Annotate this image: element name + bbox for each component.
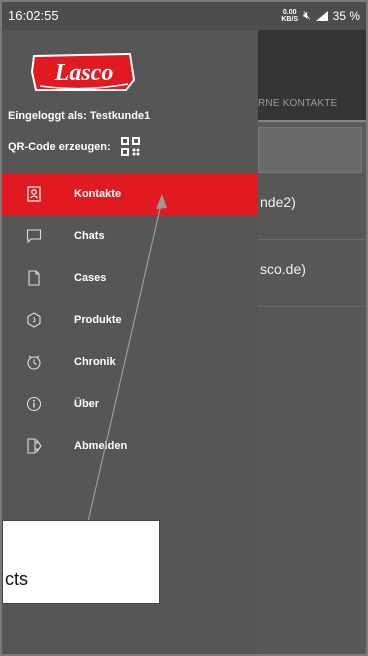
signal-icon — [315, 10, 328, 21]
mute-icon: 🔇︎ — [303, 8, 311, 22]
status-bar: 16:02:55 0.00 KB/S 🔇︎ 35 % — [2, 2, 366, 30]
drawer-menu: Kontakte Chats Cases Produkte Chronik Üb… — [2, 174, 258, 468]
menu-label: Über — [74, 398, 100, 410]
tab-contacts[interactable]: RNE KONTAKTE — [258, 98, 337, 109]
status-time: 16:02:55 — [8, 8, 59, 23]
list-item[interactable]: sco.de) — [258, 241, 366, 307]
network-speed-unit: KB/S — [281, 15, 299, 23]
product-icon — [27, 312, 41, 328]
tab-indicator — [258, 120, 366, 122]
menu-item-produkte[interactable]: Produkte — [2, 300, 258, 342]
qr-label: QR-Code erzeugen: — [8, 141, 111, 153]
lasco-logo: Lasco — [30, 52, 136, 91]
list-item[interactable]: nde2) — [258, 174, 366, 240]
logged-in-label: Eingeloggt als: Testkunde1 — [8, 110, 151, 122]
menu-label: Abmelden — [74, 440, 128, 452]
battery-percent: 35 % — [332, 8, 360, 23]
search-input[interactable] — [258, 127, 362, 173]
qr-code-row[interactable]: QR-Code erzeugen: — [8, 134, 141, 160]
status-icons: 0.00 KB/S 🔇︎ 35 % — [281, 8, 360, 23]
info-icon — [26, 396, 42, 412]
qr-code-icon[interactable] — [120, 137, 141, 157]
menu-label: Chats — [74, 230, 105, 242]
menu-item-cases[interactable]: Cases — [2, 258, 258, 300]
logout-icon — [27, 438, 42, 454]
callout-text: cts — [5, 569, 29, 589]
network-speed-value: 0.00 — [282, 8, 297, 16]
annotation-callout: cts — [2, 520, 160, 604]
network-speed: 0.00 KB/S — [281, 9, 298, 23]
menu-item-kontakte[interactable]: Kontakte — [2, 174, 258, 216]
menu-label: Chronik — [74, 356, 116, 368]
menu-item-ueber[interactable]: Über — [2, 384, 258, 426]
menu-item-chats[interactable]: Chats — [2, 216, 258, 258]
menu-item-abmelden[interactable]: Abmelden — [2, 426, 258, 468]
menu-label: Produkte — [74, 314, 122, 326]
logo-text: Lasco — [54, 60, 114, 86]
screen-frame: 16:02:55 0.00 KB/S 🔇︎ 35 % RNE KONTAKTE … — [0, 0, 368, 656]
cases-icon — [28, 270, 40, 286]
menu-item-chronik[interactable]: Chronik — [2, 342, 258, 384]
clock-icon — [27, 355, 41, 370]
contacts-icon — [27, 186, 41, 202]
menu-label: Kontakte — [74, 188, 122, 200]
chat-icon — [26, 229, 42, 244]
menu-label: Cases — [74, 272, 107, 284]
